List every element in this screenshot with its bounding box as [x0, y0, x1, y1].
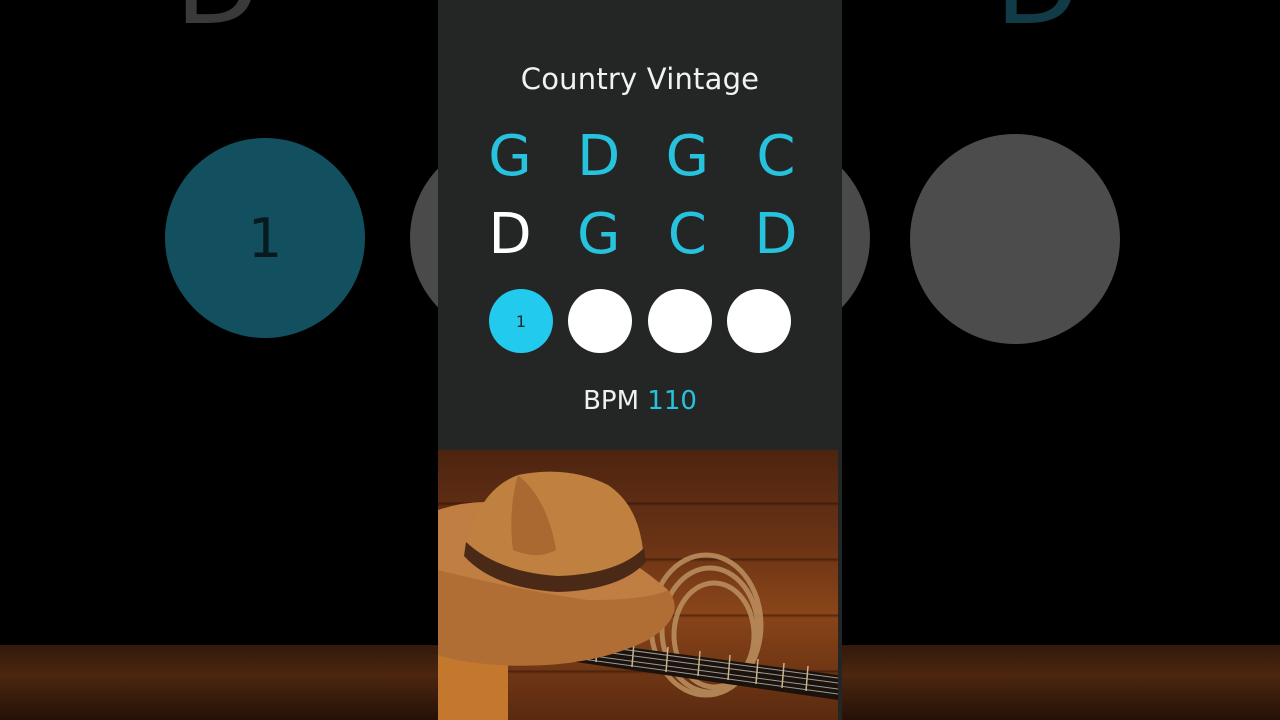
beat-dot	[647, 289, 712, 353]
chord-row: G D G C	[478, 124, 808, 194]
bpm-label: BPM	[583, 386, 640, 416]
chord[interactable]: D	[478, 202, 542, 272]
bg-beat-label: 1	[247, 206, 283, 270]
chord[interactable]: D	[567, 124, 631, 194]
beat-dot: 1	[489, 289, 553, 353]
bg-chord-letter: D	[175, 0, 260, 40]
bpm-display[interactable]: BPM 110	[438, 386, 842, 416]
chord[interactable]: C	[744, 124, 808, 194]
beat-dot	[726, 289, 791, 353]
bg-beat-circle	[910, 134, 1120, 344]
chord[interactable]: G	[567, 202, 631, 272]
bpm-value: 110	[647, 386, 697, 416]
cowboy-hat-guitar-image	[438, 450, 838, 720]
beat-indicator: 1	[489, 288, 791, 354]
chord[interactable]: D	[744, 202, 808, 272]
progression-panel: Country Vintage G D G C D G C D 1 BPM 11…	[438, 0, 842, 720]
beat-dot	[568, 289, 633, 353]
chord[interactable]: G	[655, 124, 719, 194]
bg-chord-letter: D	[995, 0, 1080, 40]
chord[interactable]: G	[478, 124, 542, 194]
chord-row: D G C D	[478, 202, 808, 272]
chord[interactable]: C	[655, 202, 719, 272]
bg-beat-circle: 1	[165, 138, 365, 338]
beat-number: 1	[515, 311, 527, 331]
progression-title: Country Vintage	[520, 62, 760, 96]
